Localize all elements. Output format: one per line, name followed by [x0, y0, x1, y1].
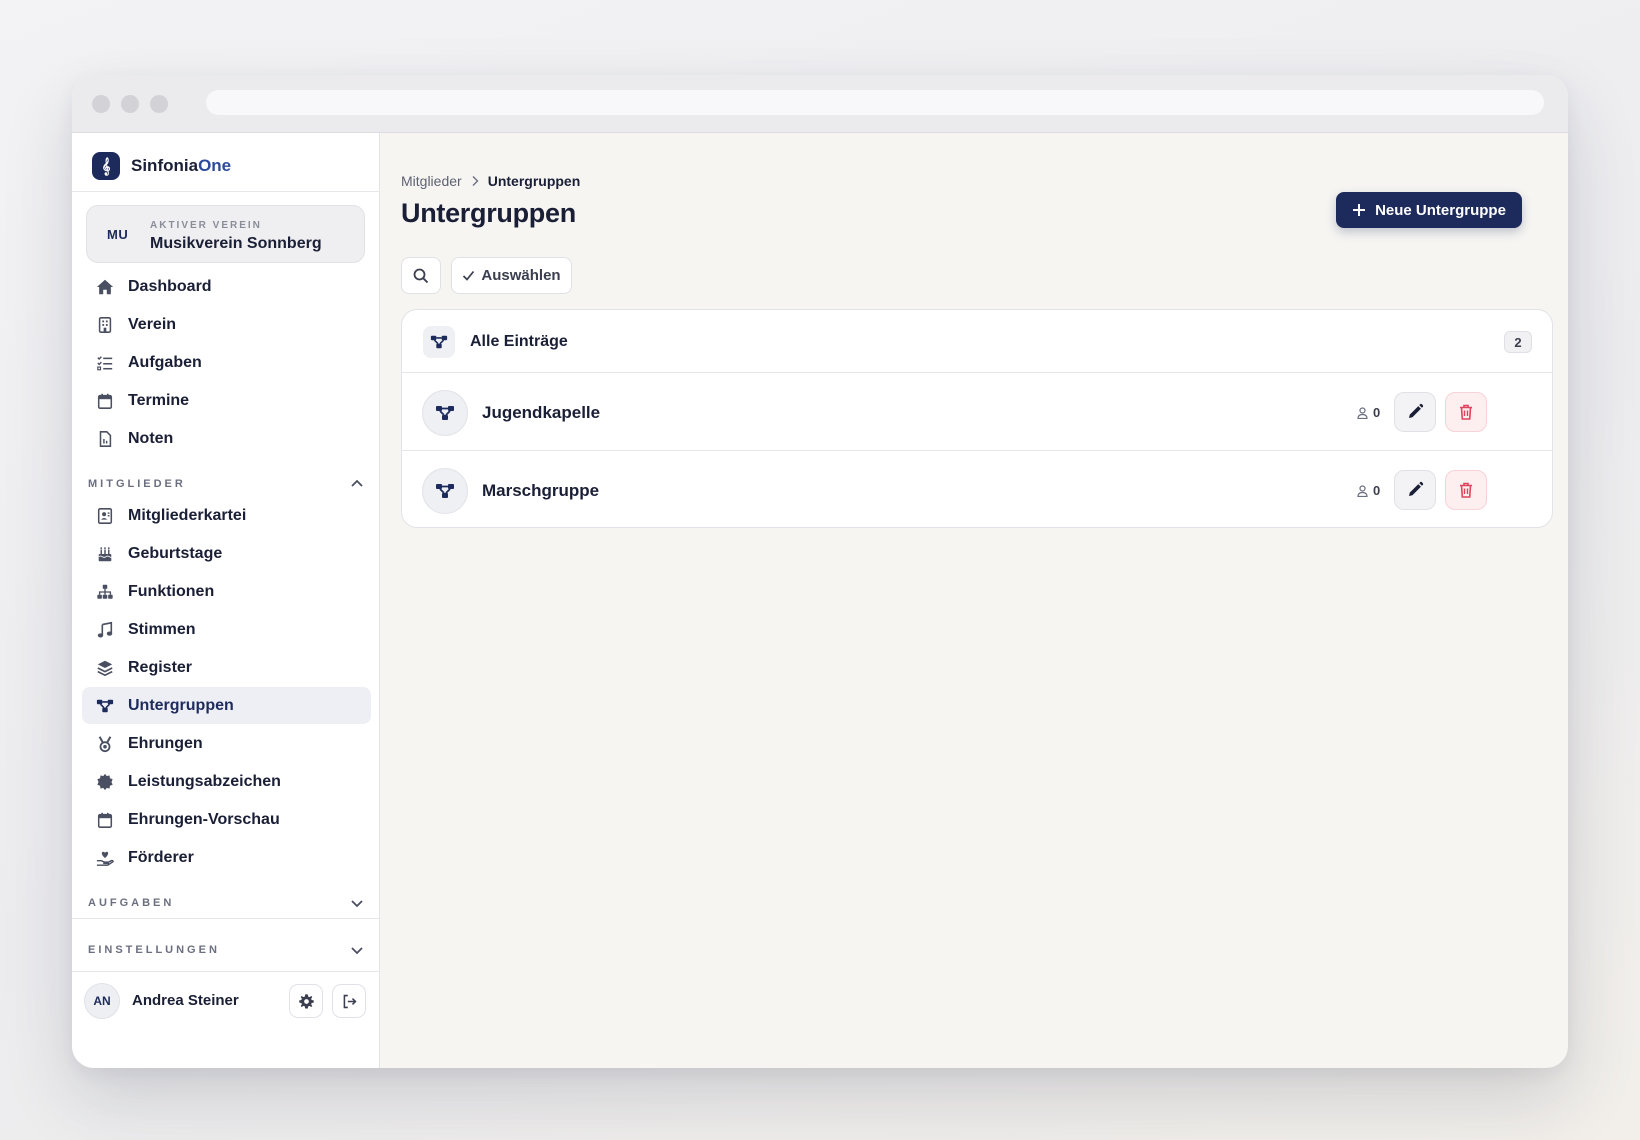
subgroup-icon [95, 696, 115, 716]
nav-item-aufgaben[interactable]: Aufgaben [82, 344, 371, 381]
nav-item-leistungsabzeichen[interactable]: Leistungsabzeichen [82, 763, 371, 800]
check-icon [463, 270, 475, 281]
club-initials: MU [107, 227, 129, 242]
cake-icon [95, 544, 115, 564]
nav-item-stimmen[interactable]: Stimmen [82, 611, 371, 648]
nav-item-verein[interactable]: Verein [82, 306, 371, 343]
nav-item-mitgliederkartei[interactable]: Mitgliederkartei [82, 497, 371, 534]
section-aufgaben[interactable]: AUFGABEN [88, 895, 365, 911]
window-close-dot[interactable] [92, 95, 110, 113]
layers-icon [95, 658, 115, 678]
delete-button[interactable] [1445, 392, 1487, 432]
user-profile: AN Andrea Steiner [84, 981, 368, 1021]
nav-item-foerderer[interactable]: Förderer [82, 839, 371, 876]
subgroup-name: Jugendkapelle [482, 403, 601, 422]
nav-item-ehrungen-vorschau[interactable]: Ehrungen-Vorschau [82, 801, 371, 838]
logout-button[interactable] [332, 984, 366, 1018]
nav-item-untergruppen[interactable]: Untergruppen [82, 687, 371, 724]
calendar-icon [95, 391, 115, 411]
list-item[interactable]: Marschgruppe 0 [402, 450, 1552, 527]
document-icon [95, 429, 115, 449]
nav-item-geburtstage[interactable]: Geburtstage [82, 535, 371, 572]
calendar-icon [95, 810, 115, 830]
hand-heart-icon [95, 848, 115, 868]
pencil-icon [1409, 481, 1424, 496]
gear-icon [298, 993, 314, 1008]
sidebar-divider [72, 971, 380, 972]
nav-item-dashboard[interactable]: Dashboard [82, 268, 371, 305]
chevron-right-icon [472, 176, 479, 186]
page-title: Untergruppen [401, 198, 576, 228]
window-maximize-dot[interactable] [150, 95, 168, 113]
building-icon [95, 315, 115, 335]
brand[interactable]: 𝄞 SinfoniaOne [92, 151, 231, 181]
app-window: 𝄞 SinfoniaOne MU AKTIVER VEREIN Musikver… [72, 75, 1568, 1068]
nav-item-termine[interactable]: Termine [82, 382, 371, 419]
window-minimize-dot[interactable] [121, 95, 139, 113]
search-button[interactable] [401, 257, 441, 294]
sidebar-divider [72, 191, 380, 192]
member-count: 0 [1357, 405, 1380, 420]
address-bar[interactable] [206, 90, 1544, 115]
plus-icon [1353, 204, 1366, 216]
nav-item-noten[interactable]: Noten [82, 420, 371, 457]
main-content: Mitglieder Untergruppen Untergruppen Neu… [381, 133, 1568, 1068]
edit-button[interactable] [1394, 470, 1436, 510]
browser-titlebar [72, 75, 1568, 133]
brand-name: SinfoniaOne [131, 156, 232, 175]
settings-button[interactable] [289, 984, 323, 1018]
select-button[interactable]: Auswählen [451, 257, 572, 294]
subgroup-icon [423, 326, 455, 358]
list-item[interactable]: Jugendkapelle 0 [402, 373, 1552, 450]
avatar[interactable]: AN [84, 983, 120, 1019]
subgroup-list: Alle Einträge 2 Jugendkapelle 0 Marschgr… [401, 309, 1553, 528]
delete-button[interactable] [1445, 470, 1487, 510]
search-icon [413, 268, 429, 283]
subgroup-icon [422, 390, 468, 436]
user-name: Andrea Steiner [132, 992, 239, 1009]
subgroup-name: Marschgruppe [482, 481, 600, 500]
logout-icon [343, 994, 357, 1008]
chevron-down-icon [351, 947, 363, 955]
chevron-down-icon [351, 900, 363, 908]
breadcrumb-current: Untergruppen [487, 173, 581, 189]
subgroup-icon [422, 468, 468, 514]
trash-icon [1460, 404, 1472, 420]
active-club-card[interactable]: MU AKTIVER VEREIN Musikverein Sonnberg [86, 205, 365, 263]
member-count: 0 [1357, 483, 1380, 498]
sidebar-divider [72, 918, 380, 919]
club-label: AKTIVER VEREIN [150, 220, 262, 231]
nav-item-register[interactable]: Register [82, 649, 371, 686]
count-badge: 2 [1504, 331, 1532, 353]
nav-item-ehrungen[interactable]: Ehrungen [82, 725, 371, 762]
breadcrumb: Mitglieder Untergruppen [401, 173, 580, 189]
edit-button[interactable] [1394, 392, 1436, 432]
pencil-icon [1409, 403, 1424, 418]
contact-card-icon [95, 506, 115, 526]
hierarchy-icon [95, 582, 115, 602]
treble-clef-icon: 𝄞 [92, 152, 120, 180]
nav-item-funktionen[interactable]: Funktionen [82, 573, 371, 610]
breadcrumb-parent[interactable]: Mitglieder [401, 173, 462, 189]
club-name: Musikverein Sonnberg [150, 235, 322, 252]
list-header-label: Alle Einträge [470, 333, 568, 350]
section-mitglieder[interactable]: MITGLIEDER [88, 476, 365, 492]
section-einstellungen[interactable]: EINSTELLUNGEN [88, 942, 365, 958]
user-icon [1357, 484, 1368, 497]
badge-icon [95, 772, 115, 792]
checklist-icon [95, 353, 115, 373]
home-icon [95, 277, 115, 297]
trash-icon [1460, 482, 1472, 498]
medal-icon [95, 734, 115, 754]
sidebar: 𝄞 SinfoniaOne MU AKTIVER VEREIN Musikver… [72, 133, 380, 1068]
list-header-all-entries[interactable]: Alle Einträge 2 [402, 310, 1552, 373]
user-icon [1357, 406, 1368, 419]
music-note-icon [95, 620, 115, 640]
chevron-up-icon [351, 479, 363, 487]
new-subgroup-button[interactable]: Neue Untergruppe [1336, 192, 1522, 228]
